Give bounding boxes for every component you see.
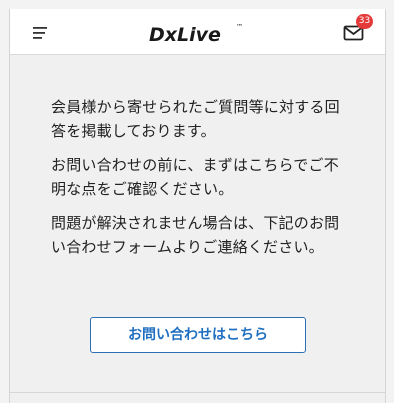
logo-trademark: ™ (236, 23, 243, 31)
dxlive-logo[interactable]: DxLive ™ (147, 20, 247, 46)
app-frame: DxLive ™ 33 会員様から寄せられたご質問等に対する回答を掲載しておりま… (9, 9, 386, 403)
intro-paragraph-3: 問題が解決されません場合は、下記のお問い合わせフォームよりご連絡ください。 (51, 214, 340, 256)
divider (10, 392, 385, 393)
top-header: DxLive ™ 33 (10, 9, 385, 55)
menu-button[interactable] (33, 25, 51, 39)
faq-intro: 会員様から寄せられたご質問等に対する回答を掲載しております。 お問い合わせの前に… (51, 95, 351, 269)
intro-paragraph-2: お問い合わせの前に、まずはこちらでご不明な点をご確認ください。 (51, 156, 339, 198)
menu-icon (33, 27, 47, 39)
intro-paragraph-1: 会員様から寄せられたご質問等に対する回答を掲載しております。 (51, 98, 340, 140)
logo-text: DxLive (149, 24, 221, 46)
unread-count-badge: 33 (356, 14, 373, 29)
contact-form-button[interactable]: お問い合わせはこちら (90, 317, 306, 353)
logo-image: DxLive ™ (149, 23, 243, 46)
